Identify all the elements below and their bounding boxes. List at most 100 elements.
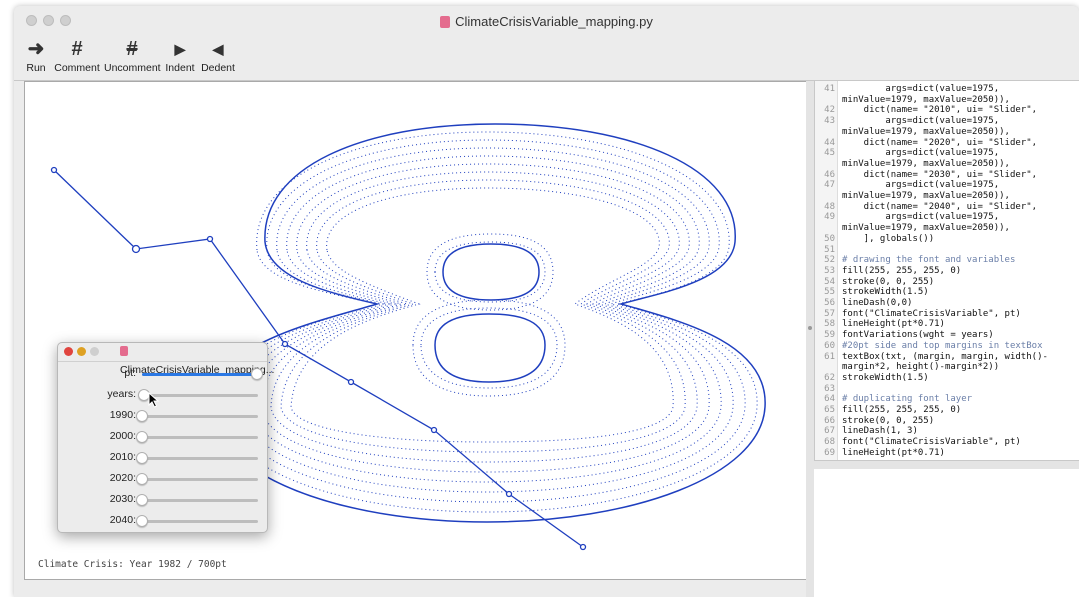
vertical-split-handle[interactable] <box>806 81 814 597</box>
code-line[interactable]: minValue=1979, maxValue=2050)), <box>815 95 1079 106</box>
line-number: 51 <box>824 244 835 255</box>
line-number: 58 <box>824 319 835 330</box>
code-line[interactable]: minValue=1979, maxValue=2050)), <box>815 127 1079 138</box>
code-line[interactable]: 56 lineDash(0,0) <box>815 298 1079 309</box>
code-line[interactable]: 43 args=dict(value=1975, <box>815 116 1079 127</box>
slider-knob[interactable] <box>136 410 148 422</box>
control-point[interactable] <box>505 490 513 498</box>
code-line[interactable]: 42 dict(name= "2010", ui= "Slider", <box>815 105 1079 116</box>
control-point[interactable] <box>347 378 355 386</box>
code-text: fill(255, 255, 255, 0) <box>842 265 962 276</box>
glyph-8-upper-counter[interactable] <box>442 243 540 301</box>
code-text: # drawing the font and variables <box>842 255 1016 266</box>
slider-knob[interactable] <box>136 431 148 443</box>
control-point[interactable] <box>50 166 58 174</box>
control-point[interactable] <box>579 543 587 551</box>
slider-track[interactable] <box>136 494 258 506</box>
glyph-dotted-layer-2 <box>230 139 746 503</box>
control-point[interactable] <box>430 426 438 434</box>
slider-knob[interactable] <box>250 368 263 380</box>
slider-row: 2040: <box>58 511 267 531</box>
glyph-8-outer-contour[interactable] <box>210 123 766 523</box>
code-line[interactable]: 60 #20pt side and top margins in textBox <box>815 341 1079 352</box>
slider-row: pt: <box>58 364 267 384</box>
code-editor[interactable]: 41 args=dict(value=1975, minValue=1979, m… <box>814 81 1079 460</box>
code-line[interactable]: 57 font("ClimateCrisisVariable", pt) <box>815 309 1079 320</box>
uncomment-button[interactable]: # Uncomment <box>104 36 161 74</box>
code-text: args=dict(value=1975, <box>842 84 1000 94</box>
code-line[interactable]: 51 <box>815 245 1079 256</box>
dedent-arrow-icon: ◀ <box>212 41 224 57</box>
code-line[interactable]: 53 fill(255, 255, 255, 0) <box>815 266 1079 277</box>
control-point[interactable] <box>131 244 141 254</box>
code-line[interactable]: 50 ], globals()) <box>815 234 1079 245</box>
output-console[interactable] <box>814 469 1079 597</box>
code-line[interactable]: 44 dict(name= "2020", ui= "Slider", <box>815 138 1079 149</box>
split-grip-icon <box>808 326 812 330</box>
mouse-cursor-icon <box>148 392 160 408</box>
python-file-icon <box>120 346 128 356</box>
slider-fill <box>142 373 257 376</box>
code-text: args=dict(value=1975, <box>842 148 1000 159</box>
panel-zoom-button[interactable] <box>90 347 99 356</box>
line-number: 64 <box>824 394 835 405</box>
slider-track[interactable] <box>136 410 258 422</box>
slider-track[interactable] <box>136 452 258 464</box>
control-point[interactable] <box>206 235 214 243</box>
line-number: 49 <box>824 212 835 223</box>
slider-track[interactable] <box>136 431 258 443</box>
glyph-dotted-counter-top-2 <box>426 233 554 311</box>
code-line[interactable]: 54 stroke(0, 0, 255) <box>815 277 1079 288</box>
indent-label: Indent <box>165 62 195 74</box>
code-line[interactable]: 55 strokeWidth(1.5) <box>815 287 1079 298</box>
line-number: 59 <box>824 330 835 341</box>
slider-track[interactable] <box>136 515 258 527</box>
slider-knob[interactable] <box>136 515 148 527</box>
dedent-button[interactable]: ◀ Dedent <box>200 36 236 74</box>
slider-row: 2030: <box>58 490 267 510</box>
code-line[interactable]: 45 args=dict(value=1975, <box>815 148 1079 159</box>
slider-knob[interactable] <box>136 473 148 485</box>
code-line[interactable]: 47 args=dict(value=1975, <box>815 180 1079 191</box>
slider-track[interactable] <box>142 368 263 380</box>
code-line[interactable]: 65 fill(255, 255, 255, 0) <box>815 405 1079 416</box>
line-number: 60 <box>824 340 835 351</box>
code-line[interactable]: minValue=1979, maxValue=2050)), <box>815 191 1079 202</box>
code-line[interactable]: 48 dict(name= "2040", ui= "Slider", <box>815 202 1079 213</box>
code-text: strokeWidth(1.5) <box>842 372 929 383</box>
code-text: minValue=1979, maxValue=2050)), <box>842 223 1010 234</box>
code-line[interactable]: 64 # duplicating font layer <box>815 394 1079 405</box>
code-line[interactable]: 63 <box>815 384 1079 395</box>
code-line[interactable]: 62 strokeWidth(1.5) <box>815 373 1079 384</box>
code-text: minValue=1979, maxValue=2050)), <box>842 94 1010 105</box>
code-line[interactable]: 52 # drawing the font and variables <box>815 255 1079 266</box>
slider-knob[interactable] <box>136 494 148 506</box>
code-line[interactable]: 68 font("ClimateCrisisVariable", pt) <box>815 437 1079 448</box>
code-line[interactable]: 61 textBox(txt, (margin, margin, width()- <box>815 352 1079 363</box>
code-line[interactable]: 66 stroke(0, 0, 255) <box>815 416 1079 427</box>
line-number: 47 <box>824 180 835 191</box>
code-text: dict(name= "2010", ui= "Slider", <box>842 105 1038 116</box>
code-line[interactable]: minValue=1979, maxValue=2050)), <box>815 223 1079 234</box>
panel-minimize-button[interactable] <box>77 347 86 356</box>
code-line[interactable]: 67 lineDash(1, 3) <box>815 426 1079 437</box>
comment-button[interactable]: # Comment <box>54 36 100 74</box>
line-number: 43 <box>824 116 835 127</box>
code-line[interactable]: 69 lineHeight(pt*0.71) <box>815 448 1079 459</box>
code-line[interactable]: 46 dict(name= "2030", ui= "Slider", <box>815 170 1079 181</box>
slider-knob[interactable] <box>136 452 148 464</box>
code-line[interactable]: 59 fontVariations(wght = years) <box>815 330 1079 341</box>
line-number: 69 <box>824 447 835 458</box>
code-line[interactable]: 41 args=dict(value=1975, <box>815 84 1079 95</box>
run-button[interactable]: ➜ Run <box>20 36 52 74</box>
indent-button[interactable]: ▶ Indent <box>162 36 198 74</box>
control-point[interactable] <box>281 340 289 348</box>
code-line[interactable]: 58 lineHeight(pt*0.71) <box>815 319 1079 330</box>
panel-close-button[interactable] <box>64 347 73 356</box>
code-line[interactable]: minValue=1979, maxValue=2050)), <box>815 159 1079 170</box>
hash-icon: # <box>71 38 83 60</box>
slider-track[interactable] <box>136 473 258 485</box>
glyph-8-lower-counter[interactable] <box>434 313 546 383</box>
code-line[interactable]: margin*2, height()-margin*2)) <box>815 362 1079 373</box>
code-line[interactable]: 49 args=dict(value=1975, <box>815 212 1079 223</box>
